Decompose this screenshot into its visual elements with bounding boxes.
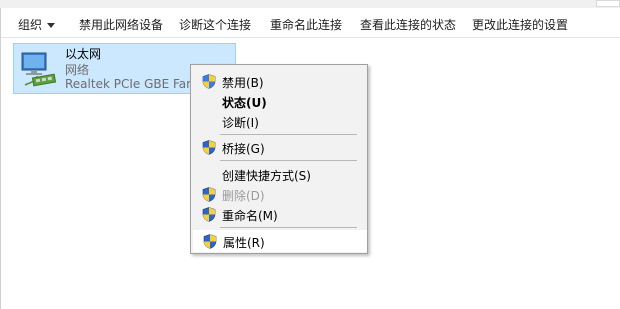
menu-item-label: 状态(U) xyxy=(222,96,267,110)
uac-shield-icon xyxy=(202,74,216,89)
command-bar: 组织 禁用此网络设备 诊断这个连接 重命名此连接 查看此连接的状态 更改此连接的… xyxy=(1,8,620,38)
uac-shield-icon xyxy=(202,140,216,155)
menu-item-delete: 删除(D) xyxy=(193,184,365,204)
address-box-edge xyxy=(596,0,620,7)
change-settings-button[interactable]: 更改此连接的设置 xyxy=(472,16,568,33)
left-border xyxy=(0,8,1,309)
menu-item-properties[interactable]: 属性(R) xyxy=(193,230,367,252)
network-adapter-icon xyxy=(21,52,57,87)
adapter-name: 以太网 xyxy=(65,47,102,61)
organize-label: 组织 xyxy=(18,18,43,32)
menu-item-diagnose[interactable]: 诊断(I) xyxy=(193,111,365,131)
menu-item-label: 桥接(G) xyxy=(222,142,265,156)
menu-item-label: 重命名(M) xyxy=(222,209,278,223)
menu-separator xyxy=(220,134,357,135)
context-menu: 禁用(B) 状态(U) 诊断(I) 桥接(G) 创建快捷方式(S) 删除(D) … xyxy=(190,64,368,254)
caret-down-icon xyxy=(47,23,56,28)
menu-item-label: 禁用(B) xyxy=(222,76,264,90)
window-top-strip xyxy=(0,0,620,8)
menu-item-rename[interactable]: 重命名(M) xyxy=(193,204,365,224)
organize-menu-button[interactable]: 组织 xyxy=(18,16,56,33)
adapter-type: 网络 xyxy=(65,63,90,77)
menu-item-label: 创建快捷方式(S) xyxy=(222,169,311,183)
menu-item-label: 删除(D) xyxy=(222,189,265,203)
uac-shield-icon xyxy=(203,234,217,249)
menu-item-label: 属性(R) xyxy=(223,236,265,250)
menu-item-create-shortcut[interactable]: 创建快捷方式(S) xyxy=(193,164,365,184)
menu-separator xyxy=(220,227,357,228)
menu-item-label: 诊断(I) xyxy=(222,116,259,130)
uac-shield-icon xyxy=(202,207,216,222)
diagnose-connection-button[interactable]: 诊断这个连接 xyxy=(179,16,251,33)
disable-device-button[interactable]: 禁用此网络设备 xyxy=(79,16,163,33)
uac-shield-icon xyxy=(202,187,216,202)
menu-separator xyxy=(220,160,357,161)
menu-item-bridge[interactable]: 桥接(G) xyxy=(193,137,365,157)
menu-item-status[interactable]: 状态(U) xyxy=(193,91,365,111)
menu-item-disable[interactable]: 禁用(B) xyxy=(193,71,365,91)
rename-connection-button[interactable]: 重命名此连接 xyxy=(270,16,342,33)
view-status-button[interactable]: 查看此连接的状态 xyxy=(360,16,456,33)
